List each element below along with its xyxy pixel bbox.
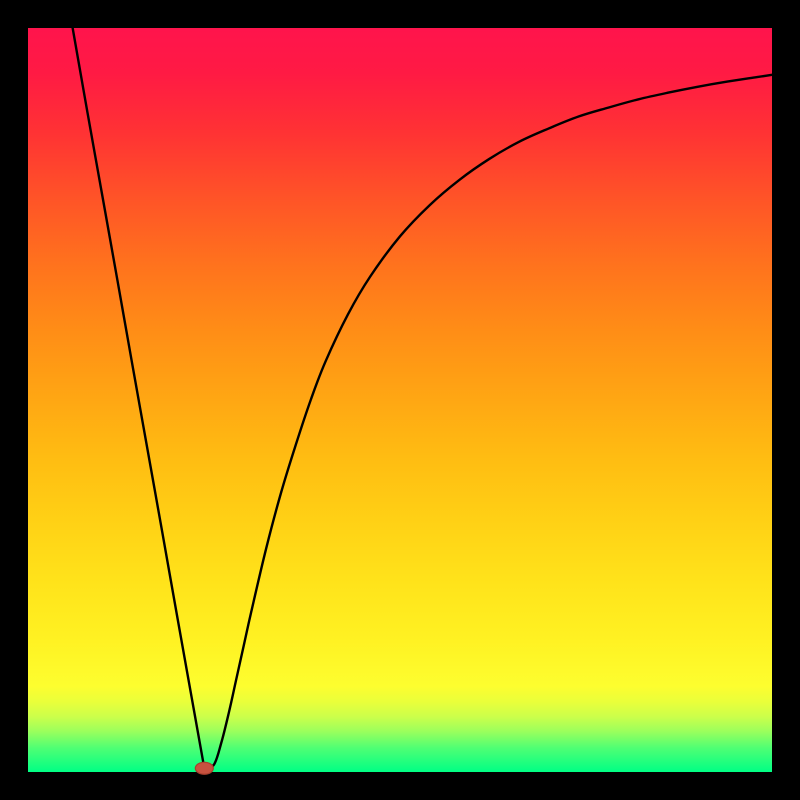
chart-stage: TheBottleneck.com xyxy=(0,0,800,800)
optimal-marker xyxy=(195,762,213,774)
bottleneck-chart xyxy=(0,0,800,800)
